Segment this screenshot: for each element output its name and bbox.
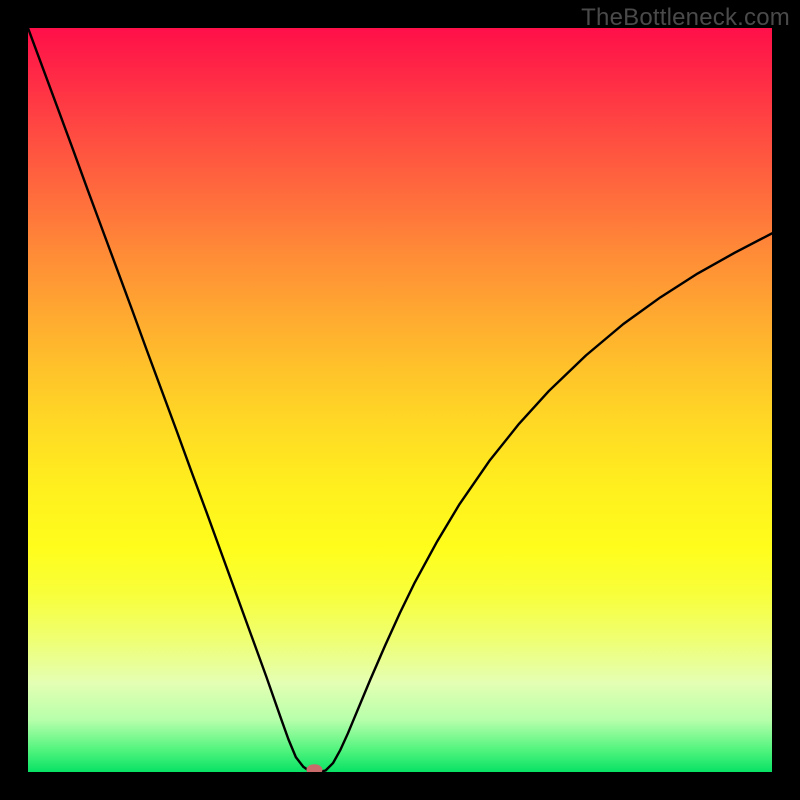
curve-svg [28,28,772,772]
chart-frame: TheBottleneck.com [0,0,800,800]
watermark-text: TheBottleneck.com [581,4,790,32]
bottleneck-curve-line [28,28,772,772]
plot-area [28,28,772,772]
optimum-marker [306,764,322,772]
